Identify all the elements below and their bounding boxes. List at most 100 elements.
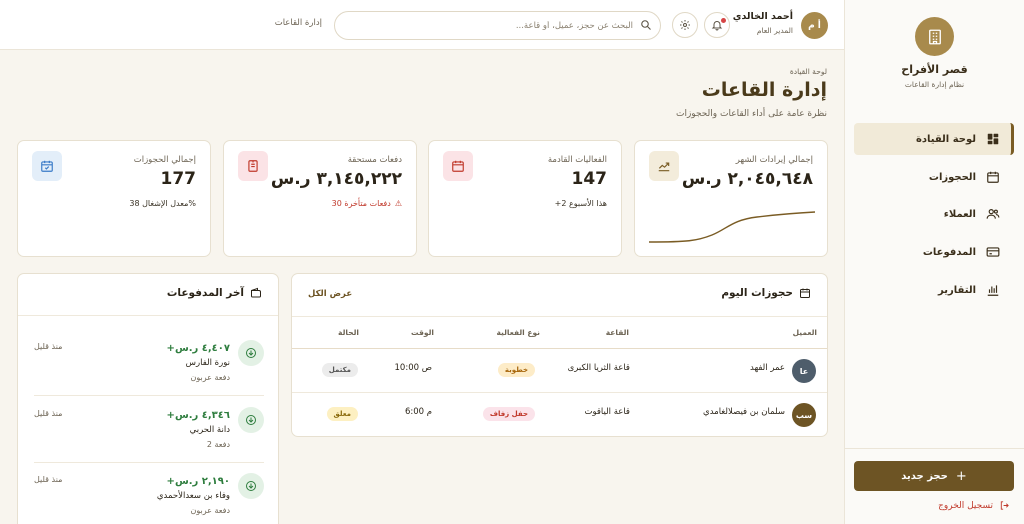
latest-payments-header: آخر المدفوعات [167, 287, 262, 299]
latest-payments-card: آخر المدفوعات +٤,٤٠٧ ر.س نورة الفارس دفع… [17, 273, 279, 524]
users-icon [986, 209, 1000, 219]
view-all-link[interactable]: عرض الكل [308, 289, 352, 299]
status-badge: معلق [326, 407, 358, 421]
receipt-icon [238, 151, 268, 181]
calendar-icon [443, 151, 473, 181]
brand-subtitle: نظام إدارة القاعات [904, 80, 965, 89]
new-booking-label: حجز جديد [901, 470, 948, 482]
nav-reports[interactable]: التقارير [854, 274, 1014, 306]
event-type-badge: حفل زفاف [482, 407, 535, 421]
user-role: المدير العام [756, 26, 793, 35]
table-row[interactable]: سب سلمان بن فيصلالغامدي قاعة الياقوت حفل… [292, 393, 827, 436]
dashboard-icon [987, 133, 999, 145]
calendar-check-icon [32, 151, 62, 181]
logout-label: تسجيل الخروج [938, 500, 993, 511]
stat-foot-text: 30 دفعات متأخرة [331, 199, 391, 208]
client-name: سلمان بن فيصلالغامدي [703, 407, 785, 417]
status-badge: مكتمل [321, 363, 358, 377]
bar-chart-icon [987, 285, 999, 296]
payment-amount: +٢,١٩٠ ر.س [166, 476, 230, 487]
top-header: أ م أحمد الخالدي المدير العام إدارة القا… [0, 0, 844, 50]
today-bookings-title: حجوزات اليوم [721, 287, 793, 299]
today-bookings-card: حجوزات اليوم عرض الكل العميل القاعة نوع … [291, 273, 828, 437]
booking-time: 6:00 م [404, 407, 432, 417]
nav-dashboard-label: لوحة القيادة [915, 133, 976, 145]
stat-value: 147 [571, 169, 608, 189]
revenue-sparkline [648, 211, 816, 243]
event-type-badge: خطوبة [497, 363, 535, 377]
logout-link[interactable]: تسجيل الخروج [938, 500, 1010, 511]
nav-bookings[interactable]: الحجوزات [854, 161, 1014, 193]
gear-icon [680, 20, 690, 30]
stat-label: إجمالي إيرادات الشهر [735, 155, 813, 165]
credit-card-icon [986, 247, 1000, 257]
payment-note: دفعة عربون [190, 373, 231, 382]
payment-item[interactable]: +٢,١٩٠ ر.س وفاء بن سعدالأحمدي دفعة عربون… [34, 463, 264, 524]
payment-client: نورة الفارس [185, 358, 230, 368]
search-input[interactable] [343, 17, 633, 35]
notification-dot [721, 18, 726, 23]
nav-payments-label: المدفوعات [922, 246, 976, 258]
nav-payments[interactable]: المدفوعات [854, 236, 1014, 268]
download-arrow-icon [238, 407, 264, 433]
payment-amount: +٤,٤٠٧ ر.س [166, 343, 230, 354]
user-avatar[interactable]: أ م [801, 12, 828, 39]
settings-button[interactable] [672, 12, 698, 38]
client-avatar: سب [792, 403, 816, 427]
client-avatar: عا [792, 359, 816, 383]
nav-clients-label: العملاء [943, 208, 976, 220]
plus-icon: + [955, 468, 967, 484]
stat-value: ٢,٠٤٥,٦٤٨ ر.س [681, 169, 813, 189]
stat-card-due-payments[interactable]: دفعات مستحقة ٣,١٤٥,٢٢٢ ر.س ⚠ 30 دفعات مت… [223, 140, 417, 257]
stat-label: دفعات مستحقة [347, 155, 402, 165]
page-title: إدارة القاعات [701, 79, 827, 101]
latest-payments-title: آخر المدفوعات [166, 287, 244, 299]
payment-item[interactable]: +٤,٣٤٦ ر.س دانة الحربي دفعة 2 منذ قليل [34, 397, 264, 463]
column-hall: القاعة [605, 328, 629, 337]
payment-time: منذ قليل [34, 409, 63, 418]
wallet-icon [251, 287, 261, 298]
payment-client: وفاء بن سعدالأحمدي [156, 491, 230, 501]
payment-time: منذ قليل [34, 342, 63, 351]
new-booking-button[interactable]: حجز جديد + [854, 461, 1014, 491]
payment-item[interactable]: +٤,٤٠٧ ر.س نورة الفارس دفعة عربون منذ قل… [34, 330, 264, 396]
stat-foot: معدل الإشغال 38% [129, 199, 196, 208]
building-logo-icon [915, 17, 954, 56]
sidebar: قصر الأفراح نظام إدارة القاعات لوحة القي… [844, 0, 1024, 524]
user-name: أحمد الخالدي [732, 11, 793, 22]
calendar-icon [987, 171, 999, 183]
search-icon [641, 20, 651, 30]
table-header: العميل القاعة نوع الفعالية الوقت الحالة [292, 316, 827, 349]
stat-card-upcoming-events[interactable]: الفعاليات القادمة 147 +2 هذا الأسبوع [428, 140, 622, 257]
nav-bookings-label: الحجوزات [928, 171, 976, 183]
client-name: عمر الفهد [749, 363, 785, 373]
stat-value: 177 [160, 169, 197, 189]
nav-reports-label: التقارير [938, 284, 976, 296]
card-divider [18, 315, 278, 316]
logout-icon [1000, 501, 1009, 510]
table-row[interactable]: عا عمر الفهد قاعة الثريا الكبرى خطوبة 10… [292, 349, 827, 393]
download-arrow-icon [238, 340, 264, 366]
stat-label: الفعاليات القادمة [547, 155, 607, 165]
stat-card-monthly-revenue[interactable]: إجمالي إيرادات الشهر ٢,٠٤٥,٦٤٨ ر.س [634, 140, 828, 257]
stat-label: إجمالي الحجوزات [133, 155, 196, 165]
payment-note: دفعة عربون [190, 506, 231, 515]
stat-card-total-bookings[interactable]: إجمالي الحجوزات 177 معدل الإشغال 38% [17, 140, 211, 257]
today-bookings-header: حجوزات اليوم [721, 287, 811, 299]
search-bar[interactable] [334, 11, 661, 40]
payment-note: دفعة 2 [206, 440, 230, 449]
trending-up-icon [649, 151, 679, 181]
breadcrumb[interactable]: لوحة القيادة [790, 67, 827, 76]
nav-clients[interactable]: العملاء [854, 198, 1014, 230]
booking-time: 10:00 ص [394, 363, 432, 373]
header-section-label: إدارة القاعات [274, 18, 322, 28]
stat-foot-warning: ⚠ 30 دفعات متأخرة [332, 199, 402, 208]
stat-foot: +2 هذا الأسبوع [554, 199, 607, 208]
hall-name: قاعة الثريا الكبرى [567, 363, 630, 373]
brand-title: قصر الأفراح [901, 63, 968, 76]
notifications-button[interactable] [704, 12, 730, 38]
column-time: الوقت [411, 328, 434, 337]
payment-amount: +٤,٣٤٦ ر.س [166, 410, 230, 421]
page-subtitle: نظرة عامة على أداء القاعات والحجوزات [675, 109, 827, 119]
nav-dashboard[interactable]: لوحة القيادة [854, 123, 1014, 155]
